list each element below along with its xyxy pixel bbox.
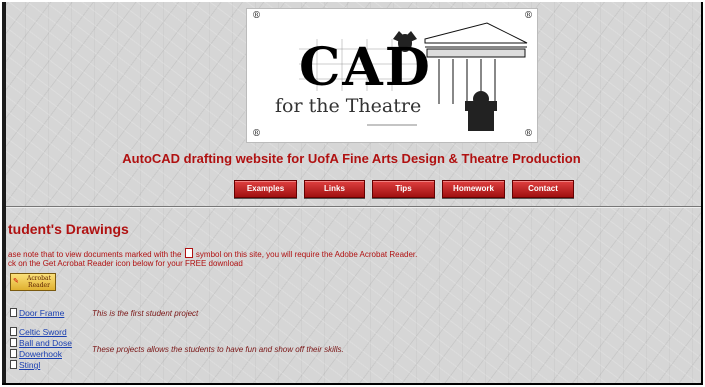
project-description: This is the first student project bbox=[92, 309, 199, 318]
project-group-description: These projects allows the students to ha… bbox=[92, 345, 344, 354]
project-link-label: Dowerhook bbox=[19, 349, 62, 359]
pdf-icon bbox=[10, 349, 17, 358]
project-link-ball-and-dose[interactable]: Ball and Dose bbox=[10, 338, 72, 348]
get-acrobat-reader-button[interactable]: ✎ Acrobat Reader bbox=[10, 273, 56, 291]
statue-icon bbox=[465, 91, 497, 131]
acrobat-label: Acrobat Reader bbox=[26, 275, 51, 289]
pdf-icon bbox=[184, 248, 193, 258]
site-tagline: AutoCAD drafting website for UofA Fine A… bbox=[122, 151, 581, 166]
project-link-stingl[interactable]: Stingl bbox=[10, 360, 40, 370]
project-link-door-frame[interactable]: Door Frame bbox=[10, 308, 64, 318]
pdf-icon bbox=[10, 338, 17, 347]
project-link-label: Stingl bbox=[19, 360, 41, 370]
pdf-icon bbox=[10, 308, 17, 317]
site-banner-logo[interactable]: ® ® ® ® CAD for the Theatre bbox=[246, 8, 538, 143]
logo-subtitle: for the Theatre bbox=[275, 95, 422, 117]
acrobat-logo-icon: ✎ bbox=[13, 277, 19, 285]
project-link-label: Ball and Dose bbox=[19, 338, 72, 348]
nav-button-tips[interactable]: Tips bbox=[372, 180, 435, 198]
page-frame: ® ® ® ® CAD for the Theatre AutoCAD draf… bbox=[2, 2, 703, 385]
note-text: symbol on this site, you will require th… bbox=[195, 250, 418, 259]
nav-button-contact[interactable]: Contact bbox=[512, 180, 574, 198]
project-link-label: Celtic Sword bbox=[19, 327, 67, 337]
temple-icon bbox=[424, 22, 528, 104]
acrobat-note-line-1: ase note that to view documents marked w… bbox=[8, 248, 417, 259]
pdf-icon bbox=[10, 327, 17, 336]
note-text: ase note that to view documents marked w… bbox=[8, 250, 182, 259]
section-divider bbox=[6, 206, 701, 208]
nav-button-homework[interactable]: Homework bbox=[442, 180, 505, 198]
main-navigation: Examples Links Tips Homework Contact bbox=[234, 180, 574, 198]
page-title: tudent's Drawings bbox=[8, 221, 129, 237]
project-link-label: Door Frame bbox=[19, 308, 65, 318]
nav-button-examples[interactable]: Examples bbox=[234, 180, 297, 198]
project-link-celtic-sword[interactable]: Celtic Sword bbox=[10, 327, 67, 337]
pdf-icon bbox=[10, 360, 17, 369]
acrobat-note-line-2: ck on the Get Acrobat Reader icon below … bbox=[8, 259, 243, 268]
nav-button-links[interactable]: Links bbox=[304, 180, 365, 198]
project-link-dowerhook[interactable]: Dowerhook bbox=[10, 349, 62, 359]
logo-cad-text: CAD bbox=[299, 37, 432, 98]
